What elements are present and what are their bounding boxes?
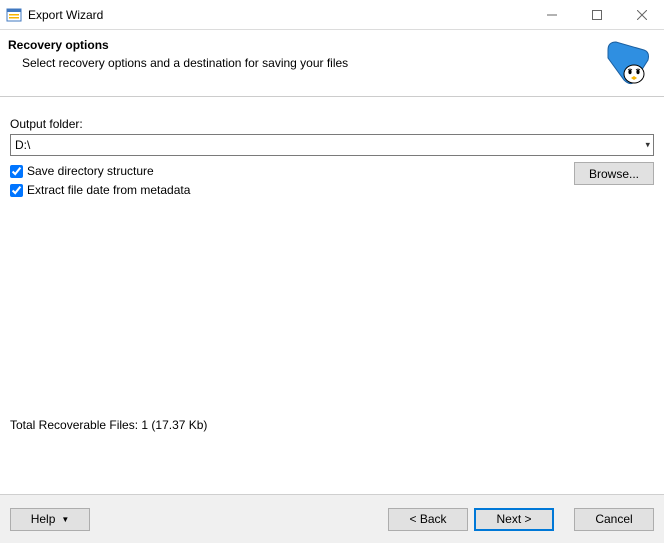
extract-file-date-label: Extract file date from metadata: [27, 183, 190, 197]
minimize-button[interactable]: [529, 0, 574, 30]
save-directory-structure-label: Save directory structure: [27, 164, 154, 178]
window-title: Export Wizard: [28, 8, 529, 22]
help-button[interactable]: Help ▼: [10, 508, 90, 531]
total-recoverable-files: Total Recoverable Files: 1 (17.37 Kb): [10, 418, 207, 432]
app-icon: [6, 7, 22, 23]
next-button[interactable]: Next >: [474, 508, 554, 531]
output-folder-field[interactable]: [10, 134, 654, 156]
page-subheading: Select recovery options and a destinatio…: [22, 56, 348, 70]
extract-file-date-input[interactable]: [10, 184, 23, 197]
content-area: Output folder: ▾ Save directory structur…: [0, 97, 664, 205]
titlebar: Export Wizard: [0, 0, 664, 30]
header-panel: Recovery options Select recovery options…: [0, 30, 664, 97]
extract-file-date-checkbox[interactable]: Extract file date from metadata: [10, 183, 190, 197]
close-button[interactable]: [619, 0, 664, 30]
output-folder-label: Output folder:: [10, 117, 654, 131]
save-directory-structure-checkbox[interactable]: Save directory structure: [10, 164, 190, 178]
chevron-down-icon: ▼: [61, 515, 69, 524]
button-bar: Help ▼ < Back Next > Cancel: [0, 495, 664, 543]
maximize-button[interactable]: [574, 0, 619, 30]
back-button[interactable]: < Back: [388, 508, 468, 531]
output-folder-field-wrap: ▾: [10, 134, 654, 156]
help-button-label: Help: [31, 512, 56, 526]
header-icon: [604, 38, 652, 86]
browse-button[interactable]: Browse...: [574, 162, 654, 185]
page-heading: Recovery options: [8, 38, 348, 52]
save-directory-structure-input[interactable]: [10, 165, 23, 178]
cancel-button[interactable]: Cancel: [574, 508, 654, 531]
window-controls: [529, 0, 664, 29]
